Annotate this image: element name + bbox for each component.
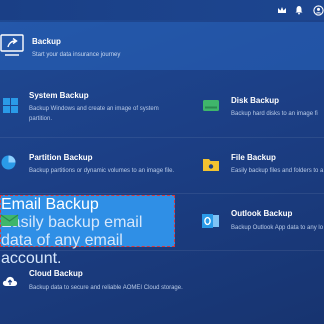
tile-description: Backup Windows and create an image of sy… bbox=[29, 106, 159, 112]
page-title: Backup bbox=[32, 37, 61, 46]
tile-description: Backup partitions or dynamic volumes to … bbox=[29, 168, 175, 174]
disk-icon bbox=[202, 98, 220, 112]
cloud-upload-icon bbox=[2, 274, 18, 288]
tile-description: partition. bbox=[29, 116, 53, 122]
tile-title: Outlook Backup bbox=[231, 209, 293, 218]
windows-icon bbox=[2, 97, 18, 113]
backup-header-icon bbox=[0, 33, 26, 59]
bell-icon[interactable] bbox=[293, 4, 305, 16]
user-icon[interactable] bbox=[312, 4, 324, 16]
tile-description: Backup data to secure and reliable AOMEI… bbox=[29, 285, 183, 291]
page-subtitle: Start your data insurance journey bbox=[32, 52, 121, 58]
pie-chart-icon bbox=[0, 154, 16, 170]
outlook-icon bbox=[202, 213, 220, 229]
divider bbox=[0, 193, 324, 194]
partition-backup-tile[interactable]: Partition Backup Backup partitions or dy… bbox=[0, 141, 175, 191]
tile-description: Backup hard disks to an image fi bbox=[231, 111, 318, 117]
email-backup-tile[interactable]: Email Backup Easily backup email data of… bbox=[0, 195, 175, 267]
crown-icon[interactable] bbox=[276, 4, 288, 16]
tile-description: Easily backup files and folders to a bbox=[231, 168, 324, 174]
tile-title: File Backup bbox=[231, 153, 276, 162]
tile-title: Disk Backup bbox=[231, 96, 280, 105]
file-backup-tile[interactable]: File Backup Easily backup files and fold… bbox=[200, 141, 324, 191]
system-backup-tile[interactable]: System Backup Backup Windows and create … bbox=[0, 85, 175, 135]
tile-title: Partition Backup bbox=[29, 153, 93, 162]
top-bar bbox=[0, 0, 324, 20]
email-icon bbox=[1, 213, 19, 227]
tile-description: Backup Outlook App data to any lo bbox=[231, 225, 324, 231]
tile-title: System Backup bbox=[29, 91, 89, 100]
tile-title: Cloud Backup bbox=[29, 269, 83, 278]
disk-backup-tile[interactable]: Disk Backup Backup hard disks to an imag… bbox=[200, 85, 324, 135]
tile-title: Email Backup bbox=[1, 196, 99, 213]
outlook-backup-tile[interactable]: Outlook Backup Backup Outlook App data t… bbox=[200, 197, 324, 247]
divider bbox=[0, 137, 324, 138]
backup-header-card bbox=[0, 22, 324, 70]
cloud-backup-tile[interactable]: Cloud Backup Backup data to secure and r… bbox=[0, 254, 200, 304]
folder-icon bbox=[202, 156, 220, 172]
